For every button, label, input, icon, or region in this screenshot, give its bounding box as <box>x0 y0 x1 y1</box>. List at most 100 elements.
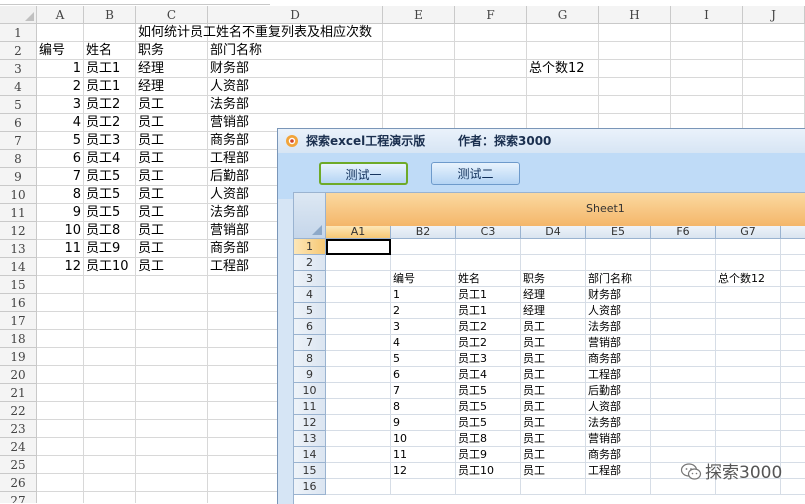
grid-cell[interactable] <box>671 42 743 60</box>
inner-grid-cell[interactable] <box>716 367 781 383</box>
row-header-19[interactable]: 19 <box>0 348 37 366</box>
grid-cell[interactable] <box>136 456 208 474</box>
grid-cell[interactable] <box>136 474 208 492</box>
inner-row-header-8[interactable]: 8 <box>294 351 326 367</box>
row-header-4[interactable]: 4 <box>0 78 37 96</box>
column-header-a[interactable]: A <box>37 6 84 24</box>
grid-cell[interactable] <box>84 348 136 366</box>
inner-grid-cell[interactable] <box>326 351 391 367</box>
inner-row-header-7[interactable]: 7 <box>294 335 326 351</box>
row-header-6[interactable]: 6 <box>0 114 37 132</box>
row-header-5[interactable]: 5 <box>0 96 37 114</box>
inner-grid-cell[interactable] <box>326 431 391 447</box>
grid-cell[interactable] <box>136 312 208 330</box>
grid-cell[interactable] <box>527 24 599 42</box>
inner-grid-cell[interactable] <box>716 351 781 367</box>
row-header-9[interactable]: 9 <box>0 168 37 186</box>
inner-grid-cell[interactable] <box>651 367 716 383</box>
inner-row-header-2[interactable]: 2 <box>294 255 326 271</box>
grid-cell[interactable] <box>743 24 805 42</box>
inner-select-all-corner[interactable] <box>294 193 326 239</box>
inner-grid-cell[interactable] <box>781 479 805 495</box>
row-header-21[interactable]: 21 <box>0 384 37 402</box>
row-header-3[interactable]: 3 <box>0 60 37 78</box>
row-header-26[interactable]: 26 <box>0 474 37 492</box>
grid-cell[interactable] <box>599 78 671 96</box>
inner-grid-cell[interactable] <box>716 399 781 415</box>
inner-grid-cell[interactable] <box>326 463 391 479</box>
grid-cell[interactable] <box>37 330 84 348</box>
inner-grid-cell[interactable] <box>326 287 391 303</box>
grid-cell[interactable] <box>383 96 455 114</box>
grid-cell[interactable] <box>84 312 136 330</box>
row-header-13[interactable]: 13 <box>0 240 37 258</box>
grid-cell[interactable] <box>84 330 136 348</box>
inner-grid-cell[interactable] <box>781 367 805 383</box>
inner-grid-cell[interactable] <box>651 303 716 319</box>
inner-grid-cell[interactable] <box>651 271 716 287</box>
inner-grid-cell[interactable] <box>651 335 716 351</box>
inner-row-header-5[interactable]: 5 <box>294 303 326 319</box>
grid-cell[interactable] <box>743 42 805 60</box>
inner-row-header-15[interactable]: 15 <box>294 463 326 479</box>
inner-grid-cell[interactable] <box>781 383 805 399</box>
inner-row-header-12[interactable]: 12 <box>294 415 326 431</box>
inner-grid-cell[interactable] <box>391 479 456 495</box>
grid-cell[interactable] <box>84 402 136 420</box>
inner-grid-cell[interactable] <box>781 239 805 255</box>
grid-cell[interactable] <box>136 294 208 312</box>
inner-column-header-d4[interactable]: D4 <box>521 226 586 239</box>
grid-cell[interactable] <box>37 420 84 438</box>
inner-grid-cell[interactable] <box>326 447 391 463</box>
grid-cell[interactable] <box>743 96 805 114</box>
grid-cell[interactable] <box>383 78 455 96</box>
grid-cell[interactable] <box>671 78 743 96</box>
grid-cell[interactable] <box>455 78 527 96</box>
row-header-18[interactable]: 18 <box>0 330 37 348</box>
column-header-g[interactable]: G <box>527 6 599 24</box>
grid-cell[interactable] <box>37 366 84 384</box>
column-header-d[interactable]: D <box>208 6 383 24</box>
grid-cell[interactable] <box>136 348 208 366</box>
grid-cell[interactable] <box>37 294 84 312</box>
inner-column-header-f6[interactable]: F6 <box>651 226 716 239</box>
inner-grid-cell[interactable] <box>326 303 391 319</box>
grid-cell[interactable] <box>84 492 136 503</box>
inner-grid-cell[interactable] <box>716 255 781 271</box>
row-header-27[interactable]: 27 <box>0 492 37 503</box>
grid-cell[interactable] <box>84 384 136 402</box>
inner-grid-cell[interactable] <box>391 239 456 255</box>
inner-row-header-13[interactable]: 13 <box>294 431 326 447</box>
inner-grid-cell[interactable] <box>326 479 391 495</box>
inner-row-header-10[interactable]: 10 <box>294 383 326 399</box>
inner-column-header-a1[interactable]: A1 <box>326 226 391 239</box>
inner-grid-cell[interactable] <box>651 319 716 335</box>
row-header-15[interactable]: 15 <box>0 276 37 294</box>
inner-grid-cell[interactable] <box>651 431 716 447</box>
active-cell[interactable] <box>326 239 391 255</box>
inner-grid-cell[interactable] <box>651 399 716 415</box>
grid-cell[interactable] <box>383 60 455 78</box>
inner-grid-cell[interactable] <box>326 255 391 271</box>
inner-grid-cell[interactable] <box>781 255 805 271</box>
grid-cell[interactable] <box>37 276 84 294</box>
row-header-23[interactable]: 23 <box>0 420 37 438</box>
grid-cell[interactable] <box>671 96 743 114</box>
inner-grid-cell[interactable] <box>521 255 586 271</box>
grid-cell[interactable] <box>37 384 84 402</box>
inner-grid-cell[interactable] <box>326 399 391 415</box>
inner-grid-cell[interactable] <box>716 383 781 399</box>
inner-row-header-4[interactable]: 4 <box>294 287 326 303</box>
inner-row-header-6[interactable]: 6 <box>294 319 326 335</box>
inner-grid-cell[interactable] <box>586 479 651 495</box>
inner-grid-cell[interactable] <box>781 431 805 447</box>
grid-cell[interactable] <box>455 42 527 60</box>
grid-cell[interactable] <box>527 42 599 60</box>
grid-cell[interactable] <box>671 60 743 78</box>
grid-cell[interactable] <box>37 492 84 503</box>
grid-cell[interactable] <box>671 24 743 42</box>
test-two-button[interactable]: 测试二 <box>431 162 520 185</box>
inner-grid-cell[interactable] <box>781 319 805 335</box>
row-header-16[interactable]: 16 <box>0 294 37 312</box>
inner-grid-cell[interactable] <box>456 479 521 495</box>
